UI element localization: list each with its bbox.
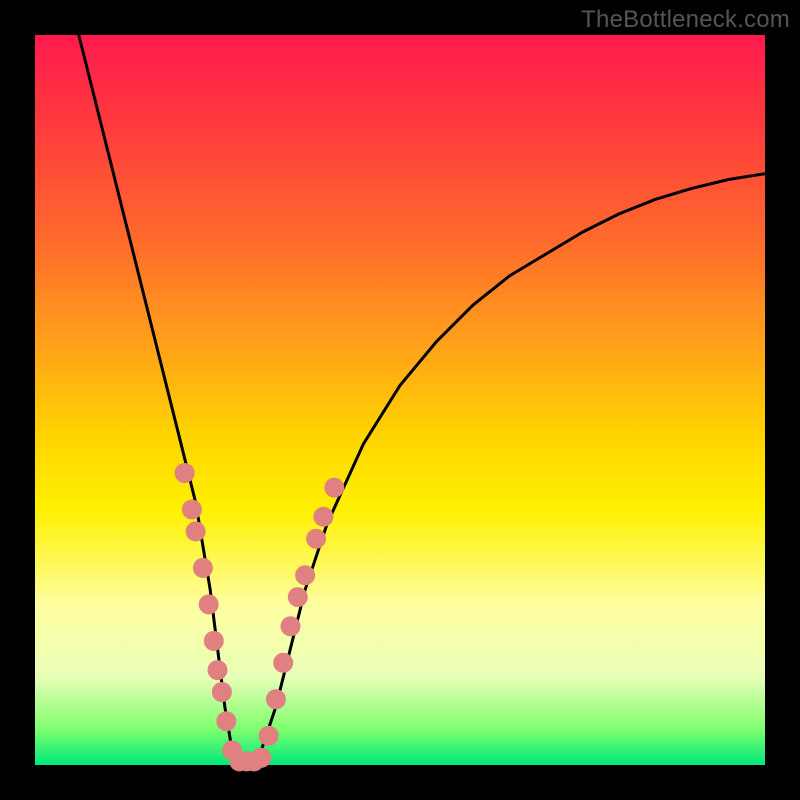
marker-dot (216, 711, 236, 731)
bottleneck-curve-path (79, 35, 765, 765)
marker-dot (212, 682, 232, 702)
marker-dot (259, 726, 279, 746)
marker-dot (193, 558, 213, 578)
marker-dot (186, 521, 206, 541)
marker-dot (324, 478, 344, 498)
marker-dot (251, 748, 271, 768)
highlighted-points (175, 463, 345, 771)
bottleneck-curve (79, 35, 765, 765)
marker-dot (281, 616, 301, 636)
chart-frame: TheBottleneck.com (0, 0, 800, 800)
watermark-text: TheBottleneck.com (581, 6, 790, 34)
marker-dot (313, 507, 333, 527)
marker-dot (182, 500, 202, 520)
marker-dot (204, 631, 224, 651)
marker-dot (295, 565, 315, 585)
marker-dot (266, 689, 286, 709)
marker-dot (175, 463, 195, 483)
marker-dot (208, 660, 228, 680)
marker-dot (306, 529, 326, 549)
marker-dot (199, 594, 219, 614)
chart-svg (35, 35, 765, 765)
marker-dot (273, 653, 293, 673)
marker-dot (288, 587, 308, 607)
